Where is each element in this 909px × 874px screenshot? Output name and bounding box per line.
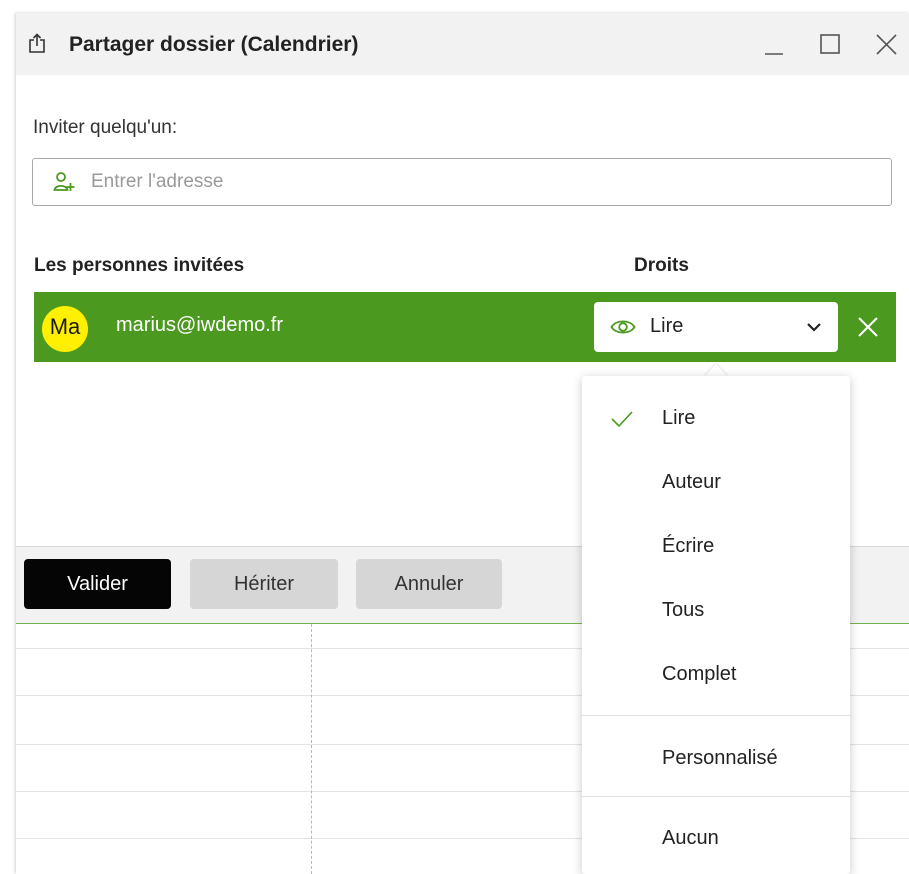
validate-button[interactable]: Valider [24,559,171,609]
inherit-button[interactable]: Hériter [190,559,338,609]
rights-selected-value: Lire [650,315,684,337]
dialog-title: Partager dossier (Calendrier) [69,33,359,56]
share-icon [29,33,45,53]
background-edge [0,0,16,874]
close-button[interactable] [869,27,903,61]
minimize-button[interactable] [756,27,790,61]
rights-option-complet[interactable]: Complet [582,648,850,700]
add-user-icon [53,172,75,191]
avatar: Ma [42,306,88,352]
remove-invitee-icon[interactable] [856,315,880,339]
rights-option-lire[interactable]: Lire [582,392,850,444]
chevron-down-icon [807,323,821,332]
rights-option-label: Lire [662,407,696,429]
title-bar: Partager dossier (Calendrier) [16,13,909,75]
rights-option-label: Aucun [662,827,719,849]
rights-menu: Lire Auteur Écrire Tous Complet Personna… [582,376,850,874]
rights-option-label: Tous [662,599,705,621]
rights-dropdown[interactable]: Lire [594,302,838,352]
check-icon [611,411,633,428]
maximize-button[interactable] [813,27,847,61]
grid-divider [311,624,312,874]
invite-label: Inviter quelqu'un: [33,117,178,138]
rights-option-aucun[interactable]: Aucun [582,812,850,864]
rights-option-label: Personnalisé [662,747,778,769]
invitee-email: marius@iwdemo.fr [116,314,284,336]
screen: Partager dossier (Calendrier) Inviter qu… [0,0,909,874]
rights-option-auteur[interactable]: Auteur [582,456,850,508]
eye-icon [610,320,636,334]
rights-option-ecrire[interactable]: Écrire [582,520,850,572]
cancel-button[interactable]: Annuler [356,559,502,609]
rights-option-label: Écrire [662,535,715,557]
rights-option-label: Complet [662,663,737,685]
invite-address-input[interactable] [91,165,871,199]
rights-option-tous[interactable]: Tous [582,584,850,636]
rights-header: Droits [634,255,689,276]
rights-option-personnalise[interactable]: Personnalisé [582,732,850,784]
invite-field[interactable] [32,158,892,206]
invitee-row[interactable]: Ma marius@iwdemo.fr Lire [34,292,896,362]
rights-option-label: Auteur [662,471,721,493]
invited-people-header: Les personnes invitées [34,255,245,276]
menu-separator [582,715,850,716]
menu-separator [582,796,850,797]
